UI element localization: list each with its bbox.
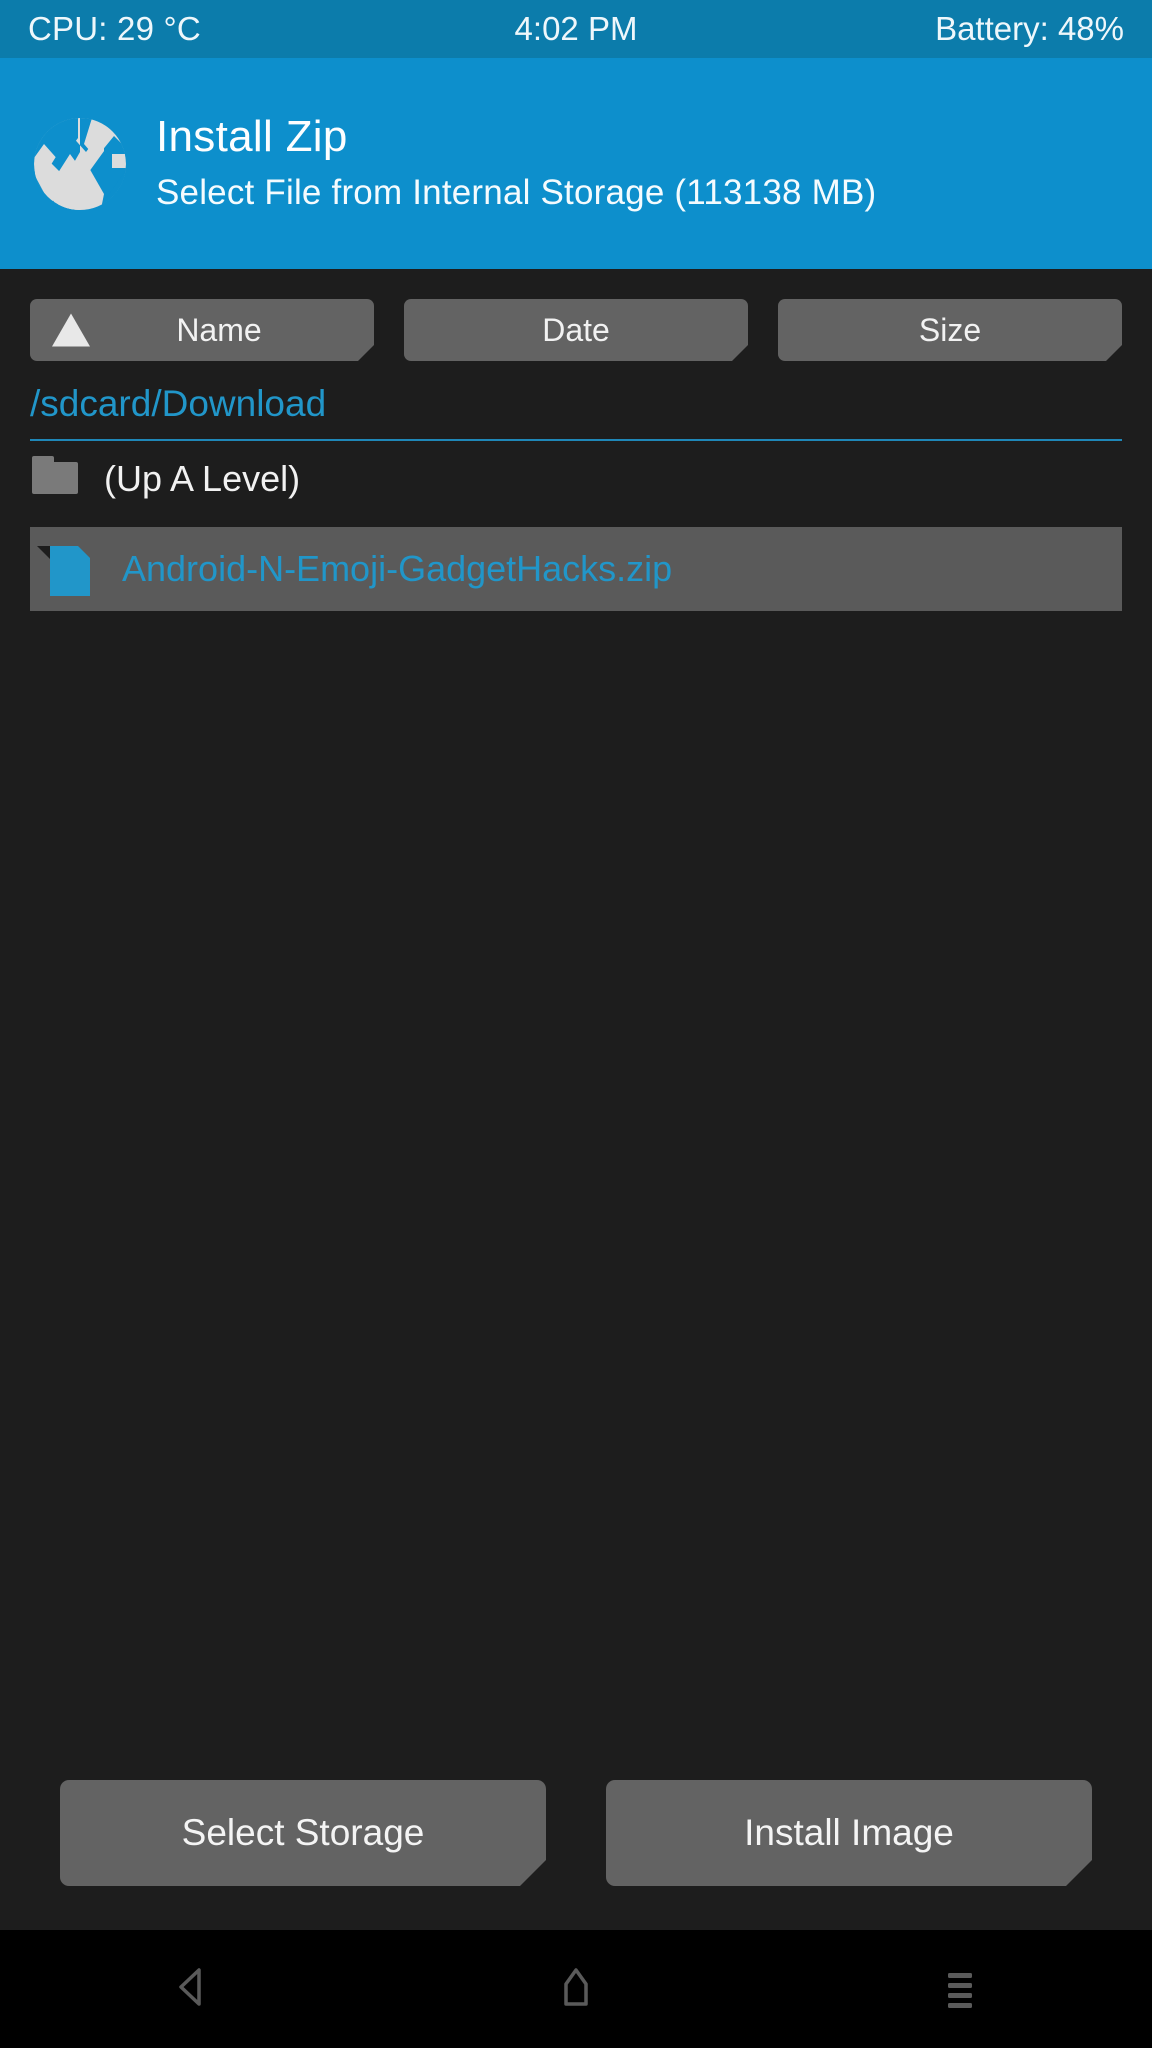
page-header: Install Zip Select File from Internal St… [0, 58, 1152, 269]
back-button[interactable] [0, 1930, 384, 2048]
list-item-label: Android-N-Emoji-GadgetHacks.zip [122, 548, 673, 589]
sort-by-size-button[interactable]: Size [778, 299, 1122, 361]
list-item-label: (Up A Level) [104, 458, 301, 499]
twrp-install-zip-screen: CPU: 29 °C 4:02 PM Battery: 48% Install … [0, 0, 1152, 2048]
action-button-row: Select Storage Install Image [0, 1780, 1152, 1930]
folder-icon [32, 456, 78, 502]
page-title: Install Zip [156, 112, 348, 162]
sort-by-size-label: Size [918, 311, 982, 348]
android-navigation-bar [0, 1930, 1152, 2048]
file-list: (Up A Level) Android-N-Emoji-GadgetHacks… [0, 441, 1152, 1780]
home-button[interactable] [384, 1930, 768, 2048]
file-zip-icon [37, 546, 96, 596]
back-triangle-icon [166, 1961, 218, 2018]
list-item-zip-file[interactable]: Android-N-Emoji-GadgetHacks.zip [30, 527, 1122, 611]
header-text-block: Install Zip Select File from Internal St… [156, 111, 876, 216]
sort-by-name-label: Name [176, 311, 262, 348]
breadcrumb: /sdcard/Download [0, 361, 1152, 441]
menu-lines-icon [934, 1961, 986, 2018]
page-subtitle: Select File from Internal Storage (11313… [156, 173, 877, 213]
sort-by-date-label: Date [542, 311, 610, 348]
home-icon [550, 1961, 602, 2018]
list-item-up-a-level[interactable]: (Up A Level) [30, 441, 1122, 517]
current-path-label: /sdcard/Download [30, 383, 327, 424]
select-storage-button[interactable]: Select Storage [60, 1780, 546, 1886]
sort-button-row: Name Date Size [0, 269, 1152, 361]
sort-by-name-button[interactable]: Name [30, 299, 374, 361]
install-image-button[interactable]: Install Image [606, 1780, 1092, 1886]
twrp-logo-icon [34, 117, 126, 210]
select-storage-label: Select Storage [181, 1812, 425, 1853]
battery-label: Battery: 48% [935, 10, 1124, 47]
menu-button[interactable] [768, 1930, 1152, 2048]
install-image-label: Install Image [744, 1812, 954, 1853]
status-bar: CPU: 29 °C 4:02 PM Battery: 48% [0, 0, 1152, 58]
sort-by-date-button[interactable]: Date [404, 299, 748, 361]
sort-ascending-triangle-icon [52, 314, 90, 347]
main-content: Name Date Size /sdcard/Download (Up A Le… [0, 269, 1152, 1930]
